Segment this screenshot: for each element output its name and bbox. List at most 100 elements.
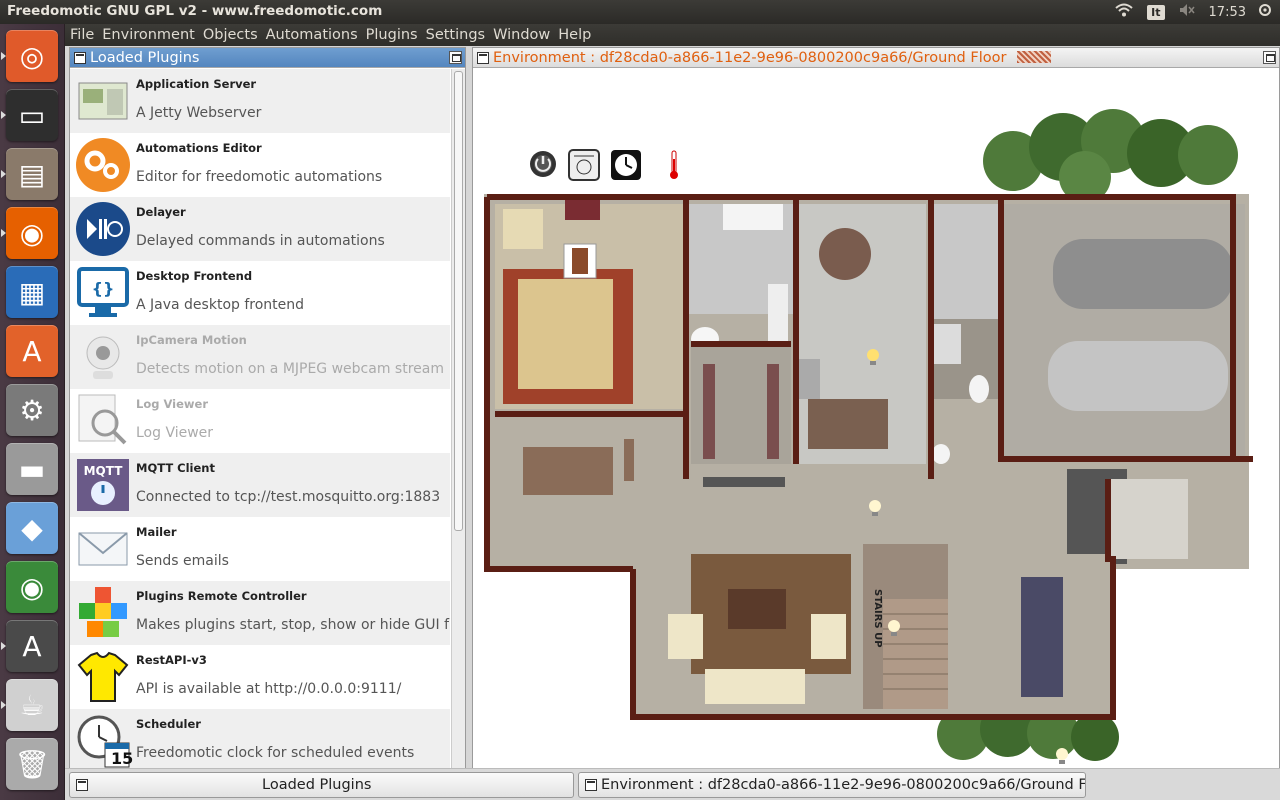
menu-objects[interactable]: Objects [200,27,261,43]
plugin-item[interactable]: {} Desktop Frontend A Java desktop fronten… [70,261,450,325]
environment-toolbar [528,149,684,181]
plugin-description: Detects motion on a MJPEG webcam stream [136,361,444,377]
plugin-name: MQTT Client [136,461,215,475]
plugin-item[interactable]: Mailer Sends emails [70,517,450,581]
plugin-name: IpCamera Motion [136,333,247,347]
virtualbox-icon[interactable]: ◆ [6,502,58,554]
window-title: Freedomotic GNU GPL v2 - www.freedomotic… [7,3,383,19]
plugin-item[interactable]: RestAPI-v3 API is available at http://0.0… [70,645,450,709]
clock-icon[interactable] [610,149,642,181]
delayer-icon [75,201,131,257]
plugin-name: Desktop Frontend [136,269,253,283]
plugins-scrollbar[interactable] [451,69,465,768]
stairs-label: STAIRS UP [872,589,883,648]
environment-canvas[interactable]: STAIRS UP [473,69,1279,768]
menu-environment[interactable]: Environment [99,27,198,43]
title-pattern [1017,51,1052,63]
power-gear-icon[interactable] [1258,3,1272,21]
plugins-scroll-thumb[interactable] [454,71,463,531]
mqtt-icon: MQTT [75,457,131,513]
disk-icon[interactable]: ▬ [6,443,58,495]
software-updater-icon[interactable]: A [6,620,58,672]
menu-settings[interactable]: Settings [423,27,488,43]
keyboard-layout-label: It [1147,4,1165,20]
ubuntu-dash-icon[interactable]: ◎ [6,30,58,82]
office [495,419,645,559]
menu-help[interactable]: Help [555,27,594,43]
plugin-item[interactable]: MQTT MQTT Client Connected to tcp://test.m… [70,453,450,517]
frame-icon [74,52,86,64]
terminal-icon[interactable]: ▭ [6,89,58,141]
firefox-icon[interactable]: ◉ [6,207,58,259]
maximize-button[interactable] [449,51,462,64]
clock-calendar-icon: 15 [75,713,133,768]
plugin-item[interactable]: IpCamera Motion Detects motion on a MJPEG… [70,325,450,389]
svg-text:MQTT: MQTT [84,464,124,478]
environment-title: Environment : df28cda0-a866-11e2-9e96-08… [493,50,1007,66]
plugin-item[interactable]: 15 Scheduler Freedomotic clock for schedul… [70,709,450,768]
taskbar-environment[interactable]: Environment : df28cda0-a866-11e2-9e96-08… [578,772,1086,798]
menu-window[interactable]: Window [490,27,553,43]
launcher: ◎ ▭ ▤ ◉ ▦ A ⚙ ▬ ◆ ◉ A ☕ 🗑 [0,24,65,800]
svg-text:{}: {} [92,279,115,298]
plugin-description: Freedomotic clock for scheduled events [136,745,415,761]
plugin-blocks-icon [75,585,131,641]
menu-file[interactable]: File [67,27,97,43]
running-indicator [1,229,6,237]
thermometer-icon[interactable] [664,149,684,181]
trash-icon[interactable]: 🗑 [6,738,58,790]
running-indicator [1,642,6,650]
menu-plugins[interactable]: Plugins [363,27,421,43]
environment-title-bar[interactable]: Environment : df28cda0-a866-11e2-9e96-08… [473,48,1279,68]
plugin-name: Mailer [136,525,177,539]
log-magnifier-icon [75,393,131,449]
maximize-button[interactable] [1263,51,1276,64]
plugin-description: Log Viewer [136,425,214,441]
plugin-description: A Java desktop frontend [136,297,305,313]
plugin-item[interactable]: Application Server A Jetty Webserver [70,69,450,133]
plugin-item[interactable]: Plugins Remote Controller Makes plugins s… [70,581,450,645]
mail-envelope-icon [75,521,131,577]
plugin-description: Connected to tcp://test.mosquitto.org:18… [136,489,441,505]
plugin-description: A Jetty Webserver [136,105,262,121]
door-object[interactable] [563,243,597,279]
files-icon[interactable]: ▤ [6,148,58,200]
java-icon[interactable]: ☕ [6,679,58,731]
plugin-name: Delayer [136,205,186,219]
libreoffice-writer-icon[interactable]: ▦ [6,266,58,318]
environment-frame: Environment : df28cda0-a866-11e2-9e96-08… [472,47,1280,769]
loaded-plugins-frame: Loaded Plugins Application Server A Jetty… [69,47,466,769]
loaded-plugins-title-bar[interactable]: Loaded Plugins [70,48,465,68]
software-center-icon[interactable]: A [6,325,58,377]
power-icon[interactable] [528,149,558,179]
menu-automations[interactable]: Automations [263,27,361,43]
loaded-plugins-title: Loaded Plugins [90,50,200,66]
top-panel: Freedomotic GNU GPL v2 - www.freedomotic… [0,0,1280,24]
clock[interactable]: 17:53 [1209,5,1246,20]
plugin-item[interactable]: Automations Editor Editor for freedomotic… [70,133,450,197]
bedroom [495,200,685,409]
volume-muted-icon[interactable] [1179,3,1195,21]
kitchen [796,204,926,464]
taskbar-loaded-plugins-label: Loaded Plugins [262,777,372,793]
plugin-item[interactable]: Delayer Delayed commands in automations [70,197,450,261]
taskbar-loaded-plugins[interactable]: Loaded Plugins [69,772,574,798]
chrome-icon[interactable]: ◉ [6,561,58,613]
garage [1001,204,1245,459]
plugin-description: API is available at http://0.0.0.0:9111/ [136,681,402,697]
light-bulb-garden[interactable] [1056,748,1068,764]
gears-icon [75,137,131,193]
plugin-description: Editor for freedomotic automations [136,169,383,185]
dining-room [961,554,1111,714]
desktop-monitor-icon: {} [75,265,131,321]
wifi-icon[interactable] [1115,3,1133,21]
menu-bar: File Environment Objects Automations Plu… [65,24,1280,46]
webcam-icon [75,329,131,385]
plugins-list: Application Server A Jetty Webserver Autom… [70,69,450,768]
plugin-item[interactable]: Log Viewer Log Viewer [70,389,450,453]
running-indicator [1,111,6,119]
system-settings-icon[interactable]: ⚙ [6,384,58,436]
stairs: STAIRS UP [863,544,948,709]
keyboard-layout-indicator[interactable]: It [1147,4,1165,20]
thermostat-icon[interactable] [568,149,600,181]
